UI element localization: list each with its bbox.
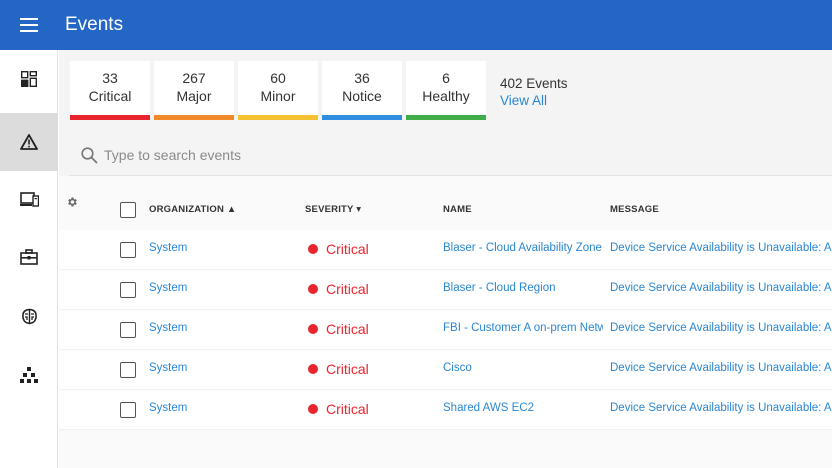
sidebar-item-dashboard[interactable]	[0, 50, 58, 108]
severity-cell: Critical	[308, 281, 369, 297]
severity-text: Critical	[326, 281, 369, 297]
page-title: Events	[65, 14, 124, 35]
severity-card-critical[interactable]: 33 Critical	[70, 61, 150, 120]
severity-card-healthy[interactable]: 6 Healthy	[406, 61, 486, 120]
table-row[interactable]: System Critical FBI - Customer A on-prem…	[59, 310, 832, 350]
total-events: 402 Events View All	[500, 75, 568, 110]
column-severity[interactable]: SEVERITY ▾	[305, 204, 361, 215]
event-name-link[interactable]: Shared AWS EC2	[443, 402, 603, 414]
severity-text: Critical	[326, 241, 369, 257]
major-label: Major	[176, 88, 212, 104]
row-checkbox[interactable]	[120, 322, 136, 338]
row-checkbox[interactable]	[120, 282, 136, 298]
table-row[interactable]: System Critical Cisco Device Service Ava…	[59, 350, 832, 390]
event-name-link[interactable]: FBI - Customer A on-prem Network	[443, 322, 603, 334]
severity-dot	[308, 364, 318, 374]
event-name-link[interactable]: Cisco	[443, 362, 603, 374]
severity-cell: Critical	[308, 321, 369, 337]
sidebar-item-events[interactable]	[0, 113, 58, 171]
column-organization[interactable]: ORGANIZATION ▲	[149, 204, 237, 215]
severity-cell: Critical	[308, 361, 369, 377]
event-message-link[interactable]: Device Service Availability is Unavailab…	[610, 282, 832, 294]
sidebar-item-topology[interactable]	[0, 346, 58, 404]
main-content: 33 Critical 267 Major 60 Minor 36 Notice…	[59, 50, 832, 468]
topology-icon	[20, 367, 38, 383]
row-checkbox[interactable]	[120, 242, 136, 258]
healthy-label: Healthy	[422, 88, 470, 104]
sidebar-item-insights[interactable]	[0, 287, 58, 345]
table-row[interactable]: System Critical Blaser - Cloud Region De…	[59, 270, 832, 310]
brain-icon	[21, 308, 37, 324]
devices-icon	[19, 191, 39, 207]
severity-card-notice[interactable]: 36 Notice	[322, 61, 402, 120]
critical-color-bar	[70, 115, 150, 120]
notice-color-bar	[322, 115, 402, 120]
major-count: 267	[182, 70, 206, 86]
organization-link[interactable]: System	[149, 362, 187, 374]
top-bar: Events	[0, 0, 832, 50]
column-name[interactable]: NAME	[443, 204, 472, 215]
event-name-link[interactable]: Blaser - Cloud Region	[443, 282, 603, 294]
healthy-count: 6	[442, 70, 450, 86]
briefcase-icon	[20, 249, 38, 265]
menu-icon[interactable]	[0, 0, 58, 50]
column-message[interactable]: MESSAGE	[610, 204, 659, 215]
alert-triangle-icon	[20, 134, 38, 150]
notice-count: 36	[354, 70, 370, 86]
search-icon	[81, 146, 98, 164]
organization-link[interactable]: System	[149, 242, 187, 254]
search-input[interactable]	[104, 147, 404, 163]
critical-count: 33	[102, 70, 118, 86]
severity-card-minor[interactable]: 60 Minor	[238, 61, 318, 120]
severity-cell: Critical	[308, 241, 369, 257]
event-message-link[interactable]: Device Service Availability is Unavailab…	[610, 322, 832, 334]
severity-card-major[interactable]: 267 Major	[154, 61, 234, 120]
severity-dot	[308, 324, 318, 334]
severity-dot	[308, 404, 318, 414]
search-bar	[81, 144, 821, 166]
event-message-link[interactable]: Device Service Availability is Unavailab…	[610, 362, 832, 374]
severity-text: Critical	[326, 361, 369, 377]
gear-icon[interactable]	[66, 196, 78, 208]
row-checkbox[interactable]	[120, 362, 136, 378]
severity-dot	[308, 284, 318, 294]
notice-label: Notice	[342, 88, 382, 104]
table-header: ORGANIZATION ▲ SEVERITY ▾ NAME MESSAGE	[59, 176, 832, 230]
event-message-link[interactable]: Device Service Availability is Unavailab…	[610, 402, 832, 414]
table-row[interactable]: System Critical Blaser - Cloud Availabil…	[59, 230, 832, 270]
severity-summary: 33 Critical 267 Major 60 Minor 36 Notice…	[59, 50, 832, 176]
view-all-link[interactable]: View All	[500, 92, 568, 110]
table-row[interactable]: System Critical Shared AWS EC2 Device Se…	[59, 390, 832, 430]
minor-label: Minor	[260, 88, 296, 104]
severity-text: Critical	[326, 401, 369, 417]
organization-link[interactable]: System	[149, 322, 187, 334]
organization-link[interactable]: System	[149, 282, 187, 294]
healthy-color-bar	[406, 115, 486, 120]
sidebar-item-services[interactable]	[0, 228, 58, 286]
row-checkbox[interactable]	[120, 402, 136, 418]
severity-text: Critical	[326, 321, 369, 337]
sidebar-item-devices[interactable]	[0, 170, 58, 228]
dashboard-icon	[21, 71, 37, 87]
major-color-bar	[154, 115, 234, 120]
minor-count: 60	[270, 70, 286, 86]
critical-label: Critical	[88, 88, 132, 104]
event-message-link[interactable]: Device Service Availability is Unavailab…	[610, 242, 832, 254]
organization-link[interactable]: System	[149, 402, 187, 414]
severity-cell: Critical	[308, 401, 369, 417]
total-events-count: 402 Events	[500, 76, 568, 91]
sidebar	[0, 50, 58, 468]
select-all-checkbox[interactable]	[120, 202, 136, 218]
event-name-link[interactable]: Blaser - Cloud Availability Zone	[443, 242, 603, 254]
minor-color-bar	[238, 115, 318, 120]
severity-dot	[308, 244, 318, 254]
